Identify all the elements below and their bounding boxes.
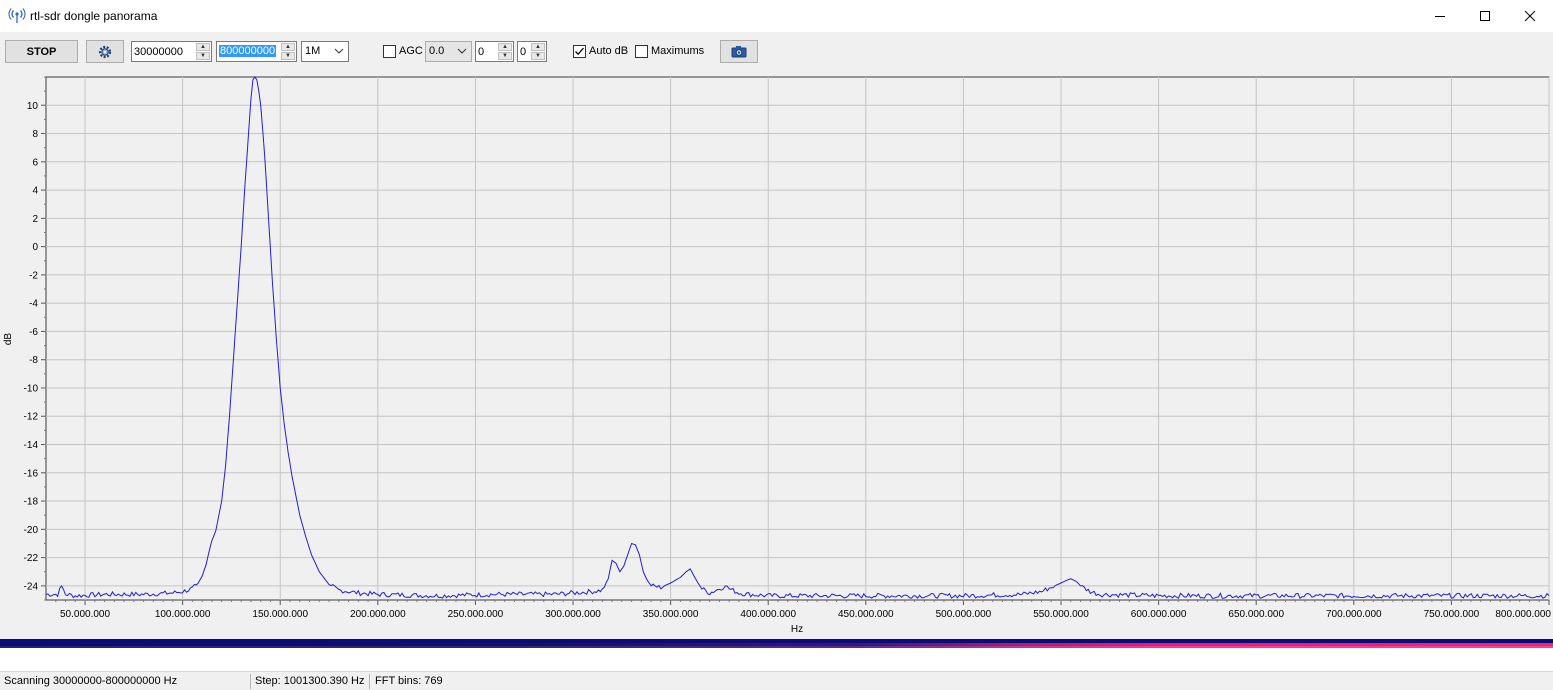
x-tick-label: 650.000.000 bbox=[1228, 609, 1284, 620]
minimize-icon bbox=[1435, 16, 1445, 17]
status-bar: Scanning 30000000-800000000 Hz Step: 100… bbox=[0, 671, 1553, 690]
gear-icon bbox=[98, 45, 112, 58]
toolbar: STOP ▲ ▼ 800000000 ▲ ▼ 1M AGC 0.0 ▲ bbox=[0, 32, 1553, 72]
title-bar: rtl-sdr dongle panorama bbox=[0, 0, 1553, 32]
y-tick-label: -20 bbox=[24, 525, 39, 536]
y-tick-label: -4 bbox=[29, 299, 38, 310]
y-tick-label: -10 bbox=[24, 383, 39, 394]
spectrum-chart[interactable]: 10 8 6 4 2 0 -2 -4 -6 -8 -10 -12 -14 -16 -18 -20 -22 -24 … bbox=[0, 72, 1553, 640]
spin-down-icon[interactable]: ▼ bbox=[196, 52, 210, 60]
plot-area bbox=[45, 76, 1550, 601]
bandwidth-value: 1M bbox=[305, 45, 321, 57]
spin-up-icon[interactable]: ▲ bbox=[531, 43, 545, 51]
correction-spinner-2[interactable]: ▲ ▼ bbox=[517, 41, 547, 62]
y-tick-label: -2 bbox=[29, 270, 38, 281]
x-tick-label: 800.000.000 bbox=[1495, 609, 1551, 620]
spinner-arrows-2[interactable]: ▲ ▼ bbox=[531, 43, 545, 60]
correction-input-1[interactable] bbox=[477, 44, 497, 59]
y-tick-label: 10 bbox=[27, 101, 39, 112]
radio-antenna-icon bbox=[8, 8, 26, 23]
correction-input-2[interactable] bbox=[519, 44, 531, 59]
stop-button[interactable]: STOP bbox=[5, 40, 78, 63]
minimize-button[interactable] bbox=[1417, 0, 1463, 32]
maximums-checkbox[interactable] bbox=[635, 45, 648, 58]
x-tick-label: 200.000.000 bbox=[350, 609, 406, 620]
start-frequency-field[interactable]: ▲ ▼ bbox=[131, 41, 212, 62]
y-axis-label: dB bbox=[3, 333, 14, 346]
chevron-down-icon bbox=[457, 48, 467, 54]
x-tick-label: 400.000.000 bbox=[740, 609, 796, 620]
close-button[interactable] bbox=[1507, 0, 1553, 32]
auto-db-label: Auto dB bbox=[589, 45, 629, 57]
spin-down-icon[interactable]: ▼ bbox=[281, 52, 295, 60]
step-status: Step: 1001300.390 Hz bbox=[255, 675, 365, 687]
start-frequency-spinner[interactable]: ▲ ▼ bbox=[196, 43, 210, 60]
y-tick-label: -18 bbox=[24, 497, 39, 508]
fft-bins-status: FFT bins: 769 bbox=[375, 675, 443, 687]
waterfall-display[interactable] bbox=[0, 639, 1553, 671]
scanning-status: Scanning 30000000-800000000 Hz bbox=[4, 675, 178, 687]
waterfall-strip bbox=[0, 639, 1553, 648]
y-tick-label: -14 bbox=[24, 440, 39, 451]
y-tick-label: -16 bbox=[24, 468, 39, 479]
x-tick-label: 50.000.000 bbox=[60, 609, 110, 620]
x-tick-label: 450.000.000 bbox=[838, 609, 894, 620]
maximize-button[interactable] bbox=[1462, 0, 1508, 32]
x-tick-label: 600.000.000 bbox=[1131, 609, 1187, 620]
camera-icon bbox=[731, 45, 747, 57]
bandwidth-select[interactable]: 1M bbox=[301, 41, 349, 62]
start-frequency-input[interactable] bbox=[133, 44, 195, 59]
x-tick-label: 250.000.000 bbox=[448, 609, 504, 620]
end-frequency-field[interactable]: 800000000 ▲ ▼ bbox=[216, 41, 297, 62]
x-tick-label: 750.000.000 bbox=[1424, 609, 1480, 620]
end-frequency-input[interactable]: 800000000 bbox=[219, 45, 277, 57]
x-tick-label: 550.000.000 bbox=[1033, 609, 1089, 620]
close-icon bbox=[1524, 10, 1536, 22]
x-axis-label: Hz bbox=[791, 624, 803, 635]
y-tick-label: -12 bbox=[24, 412, 39, 423]
status-divider bbox=[250, 674, 251, 689]
maximums-label: Maximums bbox=[651, 45, 705, 57]
y-tick-label: 2 bbox=[32, 214, 38, 225]
x-tick-label: 150.000.000 bbox=[252, 609, 308, 620]
x-tick-label: 500.000.000 bbox=[936, 609, 992, 620]
spin-up-icon[interactable]: ▲ bbox=[196, 43, 210, 51]
x-tick-label: 700.000.000 bbox=[1326, 609, 1382, 620]
screenshot-button[interactable] bbox=[720, 40, 758, 63]
x-tick-label: 100.000.000 bbox=[155, 609, 211, 620]
y-tick-label: -24 bbox=[24, 581, 39, 592]
chevron-down-icon bbox=[334, 48, 344, 54]
x-tick-label: 350.000.000 bbox=[643, 609, 699, 620]
spinner-arrows-1[interactable]: ▲ ▼ bbox=[498, 43, 512, 60]
x-tick-label: 300.000.000 bbox=[545, 609, 601, 620]
y-tick-label: 6 bbox=[32, 157, 38, 168]
y-tick-label: 8 bbox=[32, 129, 38, 140]
spin-down-icon[interactable]: ▼ bbox=[531, 52, 545, 60]
settings-button[interactable] bbox=[86, 40, 124, 63]
spin-down-icon[interactable]: ▼ bbox=[498, 52, 512, 60]
auto-db-checkbox[interactable] bbox=[573, 45, 586, 58]
y-tick-label: 0 bbox=[32, 242, 38, 253]
agc-label: AGC bbox=[399, 45, 423, 57]
checkmark-icon bbox=[575, 47, 584, 56]
gain-value: 0.0 bbox=[429, 45, 445, 57]
window-title: rtl-sdr dongle panorama bbox=[30, 9, 158, 23]
y-tick-label: -22 bbox=[24, 553, 39, 564]
correction-spinner-1[interactable]: ▲ ▼ bbox=[475, 41, 514, 62]
y-tick-label: 4 bbox=[32, 186, 38, 197]
agc-checkbox[interactable] bbox=[383, 45, 396, 58]
maximize-icon bbox=[1480, 11, 1490, 21]
spectrum-plot[interactable]: 1086420-2-4-6-8-10-12-14-16-18-20-22-24 … bbox=[0, 72, 1553, 640]
y-tick-label: -6 bbox=[29, 327, 38, 338]
spin-up-icon[interactable]: ▲ bbox=[498, 43, 512, 51]
end-frequency-spinner[interactable]: ▲ ▼ bbox=[281, 43, 295, 60]
status-divider bbox=[369, 674, 370, 689]
gain-select[interactable]: 0.0 bbox=[425, 41, 472, 62]
y-tick-label: -8 bbox=[29, 355, 38, 366]
spin-up-icon[interactable]: ▲ bbox=[281, 43, 295, 51]
